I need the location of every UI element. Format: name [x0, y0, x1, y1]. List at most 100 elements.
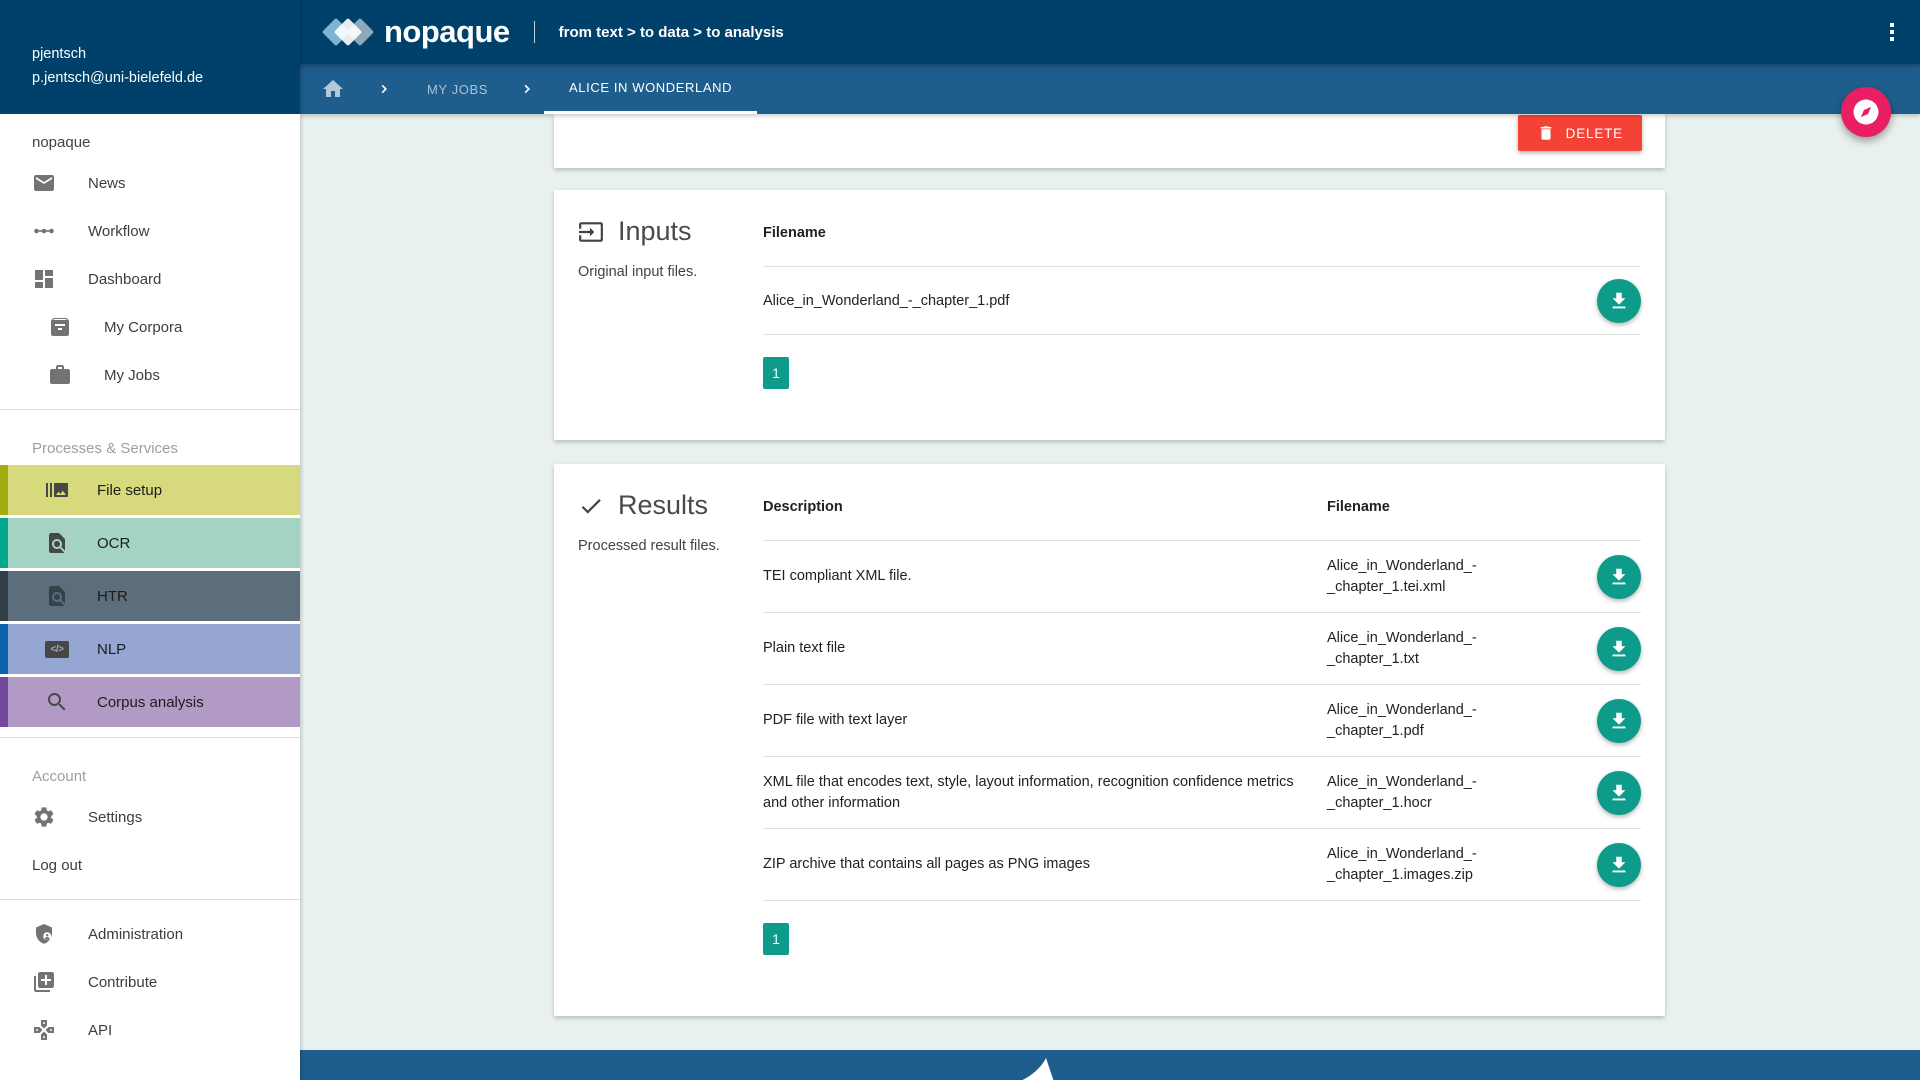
briefcase-icon	[48, 363, 72, 387]
results-title: Results	[618, 490, 708, 521]
page-footer	[300, 1050, 1920, 1080]
download-icon	[1608, 566, 1630, 588]
archive-box-icon	[48, 315, 72, 339]
find-in-page-icon	[45, 531, 69, 555]
sidebar-item-news[interactable]: News	[0, 159, 300, 207]
page-button-1[interactable]: 1	[763, 923, 789, 955]
divider	[0, 737, 300, 738]
result-filename: Alice_in_Wonderland_-_chapter_1.pdf	[1327, 700, 1565, 741]
sidebar-item-contribute[interactable]: Contribute	[0, 958, 300, 1006]
job-actions-card: DELETE	[554, 114, 1665, 168]
inputs-subtitle: Original input files.	[578, 264, 753, 280]
sidebar-item-label: Dashboard	[88, 271, 161, 288]
sidebar-item-corpus-analysis[interactable]: Corpus analysis	[0, 677, 300, 727]
column-header-filename: Filename	[763, 225, 1641, 266]
user-email: p.jentsch@uni-bielefeld.de	[32, 70, 300, 86]
results-subtitle: Processed result files.	[578, 538, 753, 554]
burst-mode-icon	[45, 478, 69, 502]
result-description: TEI compliant XML file.	[763, 566, 1308, 586]
brand-separator	[534, 21, 535, 43]
brand[interactable]: nopaque	[322, 12, 510, 52]
result-description: Plain text file	[763, 638, 1308, 658]
delete-button[interactable]: DELETE	[1518, 115, 1642, 151]
code-icon	[45, 637, 69, 661]
sidebar-section-account: Account	[0, 748, 300, 793]
sidebar-item-label: Workflow	[88, 223, 149, 240]
result-filename: Alice_in_Wonderland_-_chapter_1.hocr	[1327, 772, 1565, 813]
sidebar-item-logout[interactable]: Log out	[0, 841, 300, 889]
result-description: PDF file with text layer	[763, 710, 1308, 730]
inputs-table: Filename Alice_in_Wonderland_-_chapter_1…	[763, 216, 1641, 389]
sidebar-item-label: OCR	[97, 535, 130, 552]
breadcrumb-my-jobs[interactable]: MY JOBS	[427, 82, 488, 97]
sidebar-item-label: HTR	[97, 588, 128, 605]
sidebar-item-file-setup[interactable]: File setup	[0, 465, 300, 515]
sidebar-item-label: NLP	[97, 641, 126, 658]
download-button[interactable]	[1597, 843, 1641, 887]
sidebar-item-settings[interactable]: Settings	[0, 793, 300, 841]
admin-shield-icon	[32, 922, 56, 946]
input-filename: Alice_in_Wonderland_-_chapter_1.pdf	[763, 293, 1597, 309]
trash-icon	[1537, 124, 1555, 142]
inputs-title: Inputs	[618, 216, 692, 247]
sidebar-item-dashboard[interactable]: Dashboard	[0, 255, 300, 303]
sidebar-item-my-jobs[interactable]: My Jobs	[0, 351, 300, 399]
sidebar-item-label: Corpus analysis	[97, 694, 204, 711]
sidebar-item-label: Contribute	[88, 974, 157, 991]
chevron-right-icon	[377, 81, 393, 97]
sidebar-item-label: Settings	[88, 809, 142, 826]
find-in-page-icon	[45, 584, 69, 608]
home-icon[interactable]	[321, 77, 345, 101]
results-card-head: Results Processed result files.	[578, 490, 753, 554]
input-arrow-icon	[578, 219, 604, 245]
sidebar-item-label: My Corpora	[104, 319, 182, 336]
download-button[interactable]	[1597, 699, 1641, 743]
results-table: Description Filename TEI compliant XML f…	[763, 490, 1641, 955]
sidebar-item-ocr[interactable]: OCR	[0, 518, 300, 568]
user-block: pjentsch p.jentsch@uni-bielefeld.de	[0, 0, 300, 114]
divider	[0, 409, 300, 410]
sidebar-section-processes: Processes & Services	[0, 420, 300, 465]
nopaque-logo-tip-icon	[1016, 1058, 1056, 1080]
explore-compass-icon[interactable]	[1841, 87, 1891, 137]
search-icon	[45, 690, 69, 714]
column-header-filename: Filename	[1327, 499, 1641, 540]
check-icon	[578, 493, 604, 519]
sidebar-item-administration[interactable]: Administration	[0, 910, 300, 958]
more-vert-icon[interactable]	[1878, 17, 1906, 47]
app-tagline: from text > to data > to analysis	[559, 24, 784, 41]
result-filename: Alice_in_Wonderland_-_chapter_1.images.z…	[1327, 844, 1565, 885]
sidebar-item-label: Administration	[88, 926, 183, 943]
user-name: pjentsch	[32, 46, 300, 62]
sidebar-item-workflow[interactable]: Workflow	[0, 207, 300, 255]
dpad-icon	[32, 1018, 56, 1042]
table-row: Plain text file Alice_in_Wonderland_-_ch…	[763, 612, 1641, 684]
sidebar-item-nlp[interactable]: NLP	[0, 624, 300, 674]
download-button[interactable]	[1597, 627, 1641, 671]
results-pagination: 1	[763, 923, 1641, 955]
inputs-card-head: Inputs Original input files.	[578, 216, 753, 280]
sidebar-item-label: API	[88, 1022, 112, 1039]
dashboard-icon	[32, 267, 56, 291]
sidebar-item-my-corpora[interactable]: My Corpora	[0, 303, 300, 351]
download-button[interactable]	[1597, 555, 1641, 599]
inputs-pagination: 1	[763, 357, 1641, 389]
download-icon	[1608, 854, 1630, 876]
table-row: ZIP archive that contains all pages as P…	[763, 828, 1641, 900]
result-description: XML file that encodes text, style, layou…	[763, 772, 1308, 813]
sidebar-item-label: News	[88, 175, 126, 192]
sidebar-item-api[interactable]: API	[0, 1006, 300, 1054]
result-filename: Alice_in_Wonderland_-_chapter_1.tei.xml	[1327, 556, 1565, 597]
download-button[interactable]	[1597, 771, 1641, 815]
sidebar-item-label: My Jobs	[104, 367, 160, 384]
table-row: XML file that encodes text, style, layou…	[763, 756, 1641, 828]
page-button-1[interactable]: 1	[763, 357, 789, 389]
sidebar-item-label: Log out	[32, 857, 82, 874]
download-button[interactable]	[1597, 279, 1641, 323]
tab-alice-in-wonderland[interactable]: ALICE IN WONDERLAND	[544, 64, 757, 114]
sidebar-item-label: File setup	[97, 482, 162, 499]
table-row: TEI compliant XML file. Alice_in_Wonderl…	[763, 540, 1641, 612]
divider	[0, 899, 300, 900]
mail-icon	[32, 171, 56, 195]
sidebar-item-htr[interactable]: HTR	[0, 571, 300, 621]
